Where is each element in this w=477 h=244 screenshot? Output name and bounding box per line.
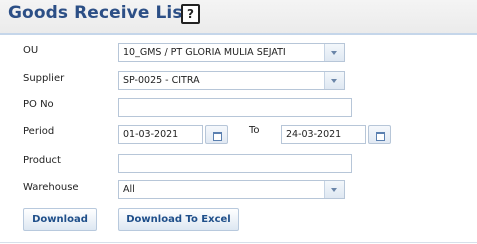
warehouse-label: Warehouse: [23, 182, 79, 193]
po-no-label: PO No: [23, 99, 54, 110]
period-from-calendar-button[interactable]: [205, 125, 228, 144]
divider: [0, 242, 477, 243]
period-to-label: To: [249, 125, 260, 136]
download-excel-button[interactable]: Download To Excel: [118, 208, 239, 231]
supplier-value: SP-0025 - CITRA: [123, 75, 200, 86]
period-label: Period: [23, 126, 55, 137]
ou-dropdown-button[interactable]: [324, 44, 344, 61]
calendar-icon: [376, 132, 385, 141]
warehouse-dropdown-button[interactable]: [324, 181, 344, 198]
po-no-input[interactable]: [118, 98, 352, 117]
period-from-input[interactable]: 01-03-2021: [118, 125, 203, 144]
ou-label: OU: [23, 45, 39, 56]
warehouse-value: All: [123, 184, 135, 195]
calendar-icon: [213, 132, 222, 141]
product-label: Product: [23, 155, 61, 166]
warehouse-select[interactable]: All: [118, 180, 345, 199]
product-input[interactable]: [118, 154, 352, 173]
supplier-select[interactable]: SP-0025 - CITRA: [118, 71, 345, 90]
page-header: Goods Receive List ?: [0, 0, 477, 35]
ou-select[interactable]: 10_GMS / PT GLORIA MULIA SEJATI: [118, 43, 345, 62]
period-to-input[interactable]: 24-03-2021: [281, 125, 366, 144]
chevron-down-icon: [331, 188, 337, 192]
chevron-down-icon: [331, 51, 337, 55]
ou-value: 10_GMS / PT GLORIA MULIA SEJATI: [123, 47, 286, 58]
page-title: Goods Receive List: [8, 3, 191, 23]
period-to-calendar-button[interactable]: [368, 125, 391, 144]
supplier-dropdown-button[interactable]: [324, 72, 344, 89]
chevron-down-icon: [331, 79, 337, 83]
supplier-label: Supplier: [23, 73, 65, 84]
help-icon[interactable]: ?: [181, 4, 200, 24]
download-button[interactable]: Download: [23, 208, 97, 231]
